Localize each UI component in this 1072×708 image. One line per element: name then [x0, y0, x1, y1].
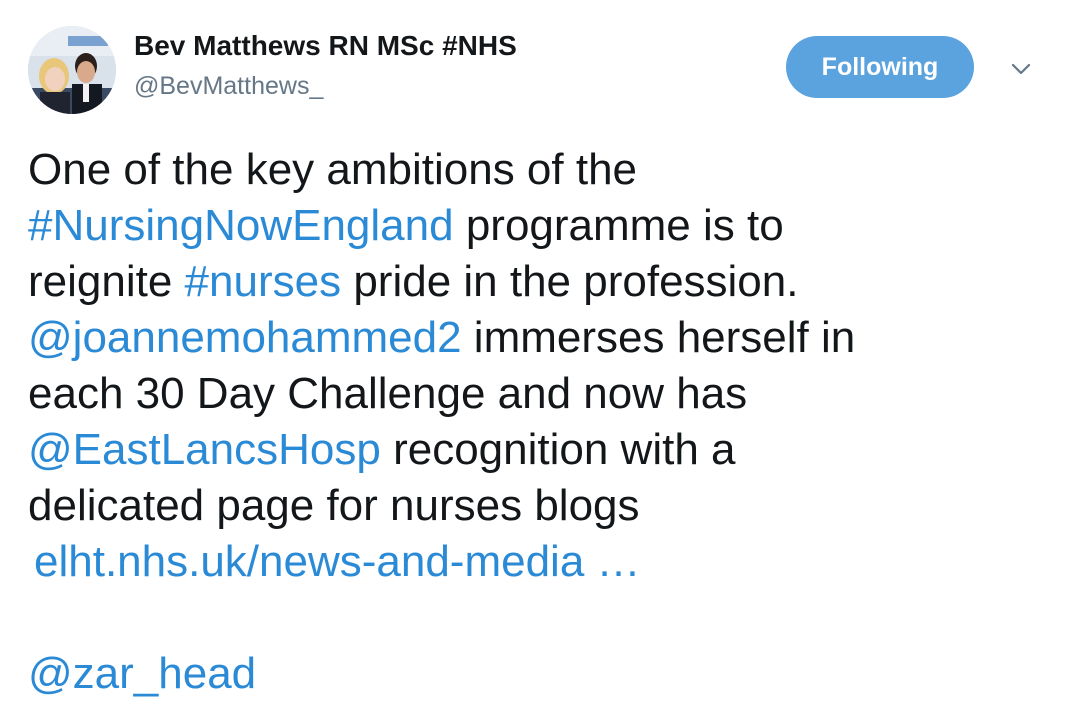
tweet-card: Bev Matthews RN MSc #NHS @BevMatthews_ F… [0, 0, 1072, 708]
user-handle[interactable]: @BevMatthews_ [134, 72, 323, 101]
tweet-url-link[interactable]: elht.nhs.uk/news-and-media … [34, 537, 641, 586]
tweet-text-segment: delicated page for nurses blogs [28, 481, 640, 530]
tweet-line: delicated page for nurses blogs [28, 478, 1048, 534]
following-button[interactable]: Following [786, 36, 974, 98]
user-display-name[interactable]: Bev Matthews RN MSc #NHS [134, 30, 517, 62]
tweet-line: @joannemohammed2 immerses herself in [28, 310, 1048, 366]
chevron-down-icon[interactable] [1006, 54, 1036, 84]
hashtag-nursingnowengland[interactable]: #NursingNowEngland [28, 201, 454, 250]
avatar[interactable] [28, 26, 116, 114]
tweet-text-segment: One of the key ambitions of the [28, 145, 638, 194]
avatar-photo [28, 26, 116, 114]
tweet-line: elht.nhs.uk/news-and-media … [28, 534, 1048, 590]
tweet-text-segment: reignite [28, 257, 185, 306]
tweet-text-segment: programme is to [453, 201, 784, 250]
tweet-text-segment: each 30 Day Challenge and now has [28, 369, 748, 418]
tweet-line: each 30 Day Challenge and now has [28, 366, 1048, 422]
mention-eastlancshosp[interactable]: @EastLancsHosp [28, 425, 381, 474]
tweet-text-segment: pride in the profession. [341, 257, 799, 306]
tweet-line: reignite #nurses pride in the profession… [28, 254, 1048, 310]
tweet-text: One of the key ambitions of the #Nursing… [28, 142, 1048, 702]
tweet-text-segment: recognition with a [380, 425, 736, 474]
tweet-text-segment: immerses herself in [461, 313, 856, 362]
tweet-line: One of the key ambitions of the [28, 142, 1048, 198]
tweet-line: @zar_head [28, 646, 1048, 702]
mention-joannemohammed2[interactable]: @joannemohammed2 [28, 313, 462, 362]
hashtag-nurses[interactable]: #nurses [185, 257, 342, 306]
tweet-line: @EastLancsHosp recognition with a [28, 422, 1048, 478]
tweet-line: #NursingNowEngland programme is to [28, 198, 1048, 254]
mention-zar-head[interactable]: @zar_head [28, 649, 256, 698]
